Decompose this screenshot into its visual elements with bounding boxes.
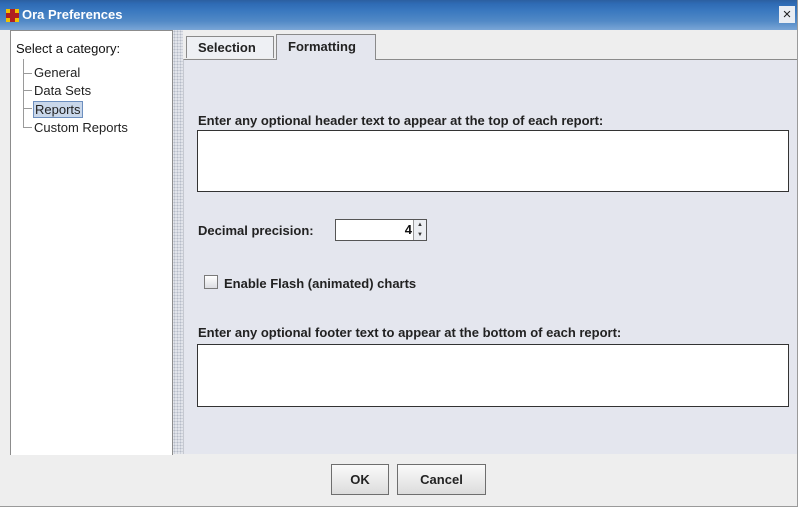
tree-root-label: Select a category: xyxy=(16,41,121,56)
close-icon[interactable]: × xyxy=(779,6,795,23)
tab-selection[interactable]: Selection xyxy=(186,36,274,58)
footer-text-label: Enter any optional footer text to appear… xyxy=(198,325,622,340)
flash-charts-label[interactable]: Enable Flash (animated) charts xyxy=(224,276,416,291)
formatting-panel: Enter any optional header text to appear… xyxy=(183,59,797,454)
decimal-precision-spinner[interactable]: 4 ▲ ▼ xyxy=(335,219,427,241)
category-tree: Select a category: General Data Sets Rep… xyxy=(10,30,173,456)
decimal-precision-value[interactable]: 4 xyxy=(405,222,412,237)
tabbed-pane: Selection Formatting Enter any optional … xyxy=(183,30,797,454)
dialog-button-bar: OK Cancel xyxy=(0,455,797,506)
ok-button[interactable]: OK xyxy=(331,464,389,495)
spinner-down-icon[interactable]: ▼ xyxy=(413,230,426,240)
tree-item-general[interactable]: General xyxy=(33,64,81,81)
tree-item-reports[interactable]: Reports xyxy=(33,101,83,118)
tree-item-data-sets[interactable]: Data Sets xyxy=(33,82,92,99)
app-icon xyxy=(6,9,19,22)
header-text-label: Enter any optional header text to appear… xyxy=(198,113,604,128)
preferences-window: Ora Preferences × Select a category: Gen… xyxy=(0,0,798,507)
decimal-precision-label: Decimal precision: xyxy=(198,223,314,238)
title-bar[interactable]: Ora Preferences × xyxy=(0,0,797,30)
header-text-field[interactable] xyxy=(197,130,789,192)
split-pane-divider[interactable] xyxy=(173,30,183,454)
window-title: Ora Preferences xyxy=(22,7,123,22)
tree-item-custom-reports[interactable]: Custom Reports xyxy=(33,119,129,136)
footer-text-field[interactable] xyxy=(197,344,789,407)
tab-formatting[interactable]: Formatting xyxy=(276,34,376,60)
cancel-button[interactable]: Cancel xyxy=(397,464,486,495)
flash-charts-checkbox[interactable] xyxy=(204,275,218,289)
